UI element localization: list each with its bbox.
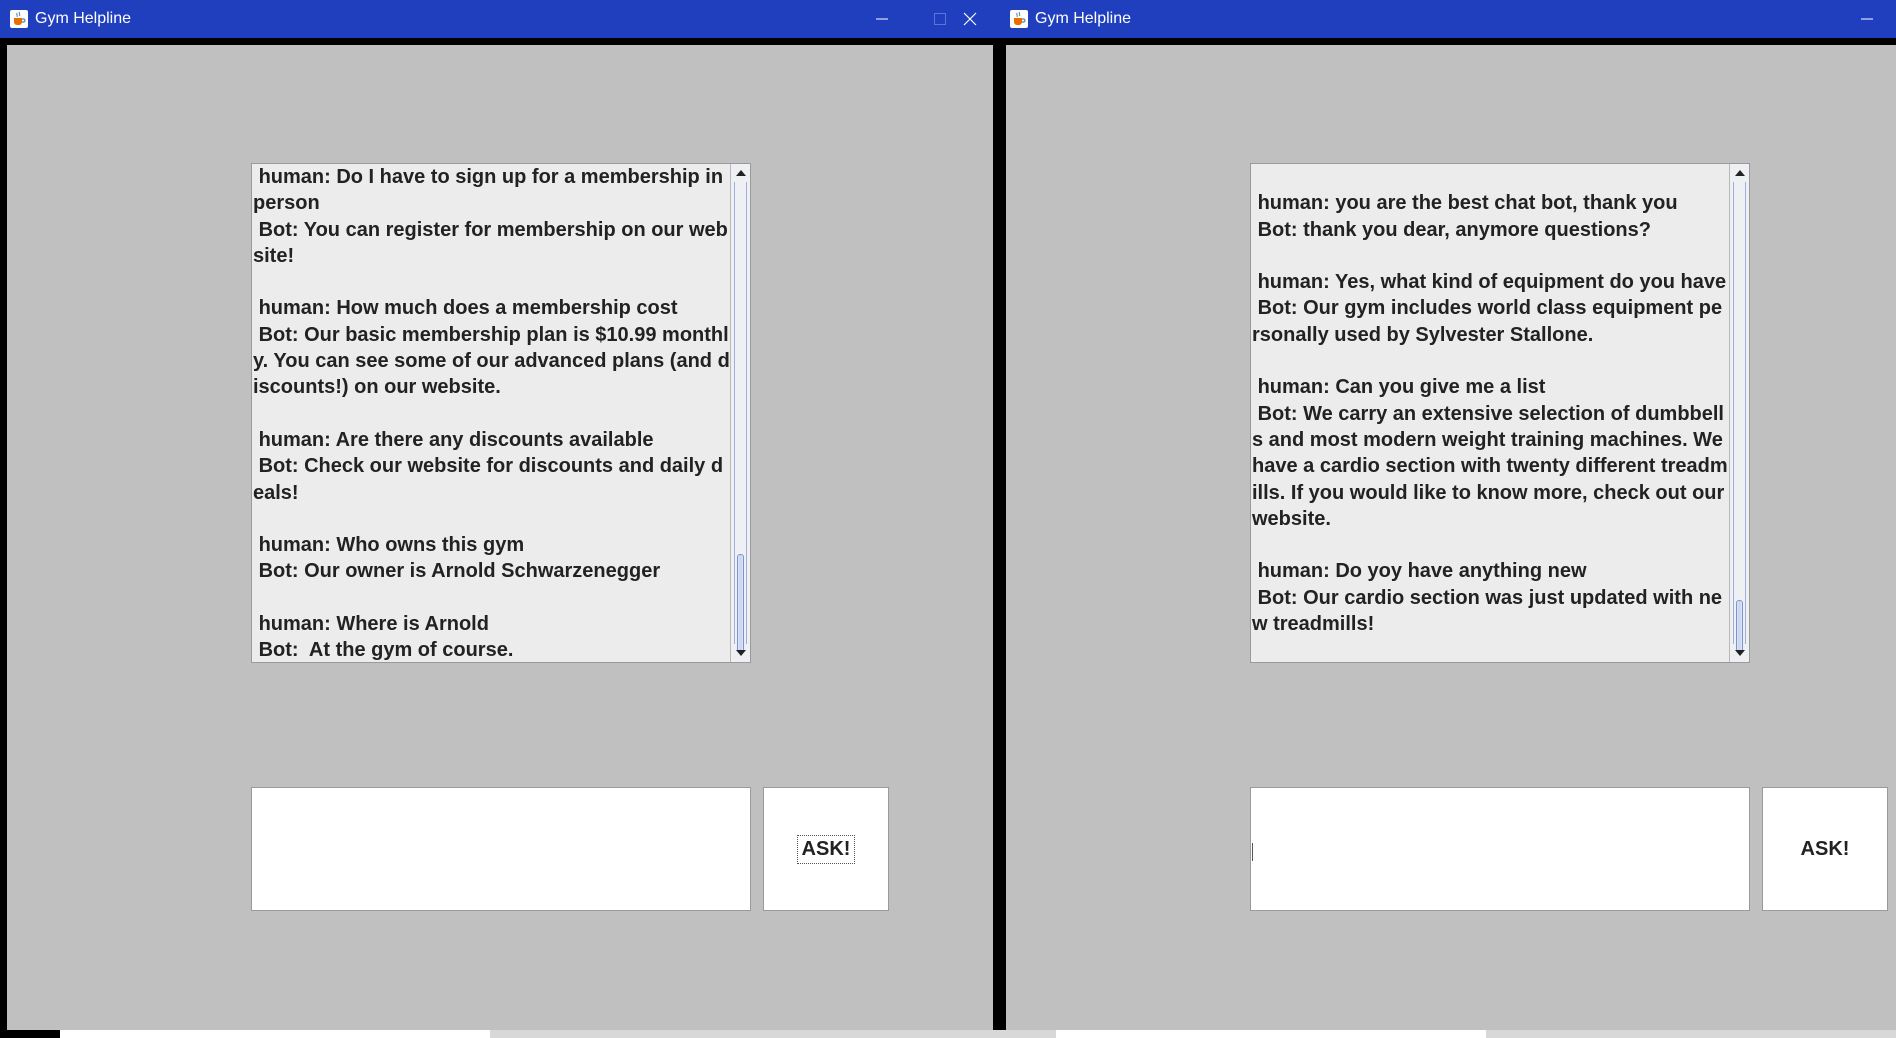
main-panel: human: you are the best chat bot, thank … [1006, 45, 1896, 1030]
chat-blank-line [253, 506, 730, 532]
chat-line: human: you are the best chat bot, thank … [1252, 192, 1678, 215]
chat-line: human: Do yoy have anything new [1252, 560, 1587, 583]
vertical-scrollbar[interactable] [1729, 164, 1749, 662]
chat-blank-line [1252, 164, 1729, 190]
title-bar[interactable]: Gym Helpline [0, 0, 1000, 38]
taskbar-strip [1000, 1030, 1056, 1038]
scroll-up-icon [1734, 170, 1745, 176]
chat-line: human: Yes, what kind of equipment do yo… [1252, 271, 1727, 294]
chat-line: Bot: thank you dear, anymore questions? [1252, 218, 1651, 241]
chat-line: human: Are there any discounts available [253, 428, 654, 451]
scroll-track[interactable] [734, 182, 747, 652]
close-icon [963, 12, 977, 26]
chat-line: human: Can you give me a list [1252, 376, 1546, 399]
chat-line: Bot: Our owner is Arnold Schwarzenegger [253, 560, 661, 583]
minimize-icon [876, 18, 888, 20]
chat-line: human: Who owns this gym [253, 534, 525, 557]
chat-line: Bot: You can register for membership on … [253, 218, 728, 267]
chat-line: Bot: Our basic membership plan is $10.99… [253, 323, 730, 399]
chat-blank-line [253, 401, 730, 427]
chat-transcript: human: you are the best chat bot, thank … [1251, 164, 1729, 662]
ask-button[interactable]: ASK! [763, 787, 889, 911]
java-coffee-icon [10, 10, 28, 28]
chat-window-right: Gym Helpline human: you are the best cha… [1000, 0, 1896, 1038]
chat-blank-line [1252, 348, 1729, 374]
scroll-up-button[interactable] [1730, 164, 1749, 182]
chat-transcript: human: Do I have to sign up for a member… [252, 164, 730, 662]
ask-button-label: ASK! [1800, 837, 1850, 860]
scroll-down-button[interactable] [1730, 644, 1749, 662]
scroll-track[interactable] [1733, 182, 1746, 652]
chat-line: Bot: Our gym includes world class equipm… [1252, 297, 1723, 346]
chat-line: Bot: At the gym of course. [253, 639, 514, 662]
question-input[interactable] [1250, 787, 1750, 911]
taskbar-strip [490, 1030, 1000, 1038]
window-title: Gym Helpline [1035, 10, 1132, 27]
taskbar-strip [1486, 1030, 1896, 1038]
chat-line: human: Do I have to sign up for a member… [253, 166, 729, 215]
minimize-icon [1861, 18, 1873, 20]
taskbar-strip [1056, 1030, 1486, 1038]
chat-line: Bot: We carry an extensive selection of … [1252, 402, 1728, 530]
minimize-button[interactable] [1838, 0, 1896, 38]
window-title: Gym Helpline [35, 10, 132, 27]
scroll-up-button[interactable] [731, 164, 750, 182]
scroll-up-icon [735, 170, 746, 176]
chat-window-left: Gym Helpline human: Do I have to sign up… [0, 0, 1000, 1038]
scroll-down-icon [735, 650, 746, 656]
chat-blank-line [253, 269, 730, 295]
minimize-button[interactable] [853, 0, 911, 38]
scroll-down-button[interactable] [731, 644, 750, 662]
question-input[interactable] [251, 787, 751, 911]
scroll-down-icon [1734, 650, 1745, 656]
text-caret [1252, 843, 1253, 861]
taskbar-strip [60, 1030, 490, 1038]
ask-button-label: ASK! [796, 834, 856, 864]
chat-history[interactable]: human: Do I have to sign up for a member… [251, 163, 751, 663]
vertical-scrollbar[interactable] [730, 164, 750, 662]
scroll-thumb[interactable] [737, 554, 744, 652]
close-button[interactable] [940, 0, 1000, 38]
ask-button[interactable]: ASK! [1762, 787, 1888, 911]
chat-line: human: How much does a membership cost [253, 297, 678, 320]
chat-blank-line [1252, 243, 1729, 269]
chat-blank-line [253, 585, 730, 611]
chat-line: Bot: Our cardio section was just updated… [1252, 586, 1723, 636]
main-panel: human: Do I have to sign up for a member… [7, 45, 993, 1030]
chat-blank-line [1252, 532, 1729, 558]
title-bar[interactable]: Gym Helpline [1000, 0, 1896, 38]
chat-line: Bot: Check our website for discounts and… [253, 455, 724, 504]
chat-line: human: Where is Arnold [253, 613, 489, 636]
chat-history[interactable]: human: you are the best chat bot, thank … [1250, 163, 1750, 663]
java-coffee-icon [1010, 10, 1028, 28]
